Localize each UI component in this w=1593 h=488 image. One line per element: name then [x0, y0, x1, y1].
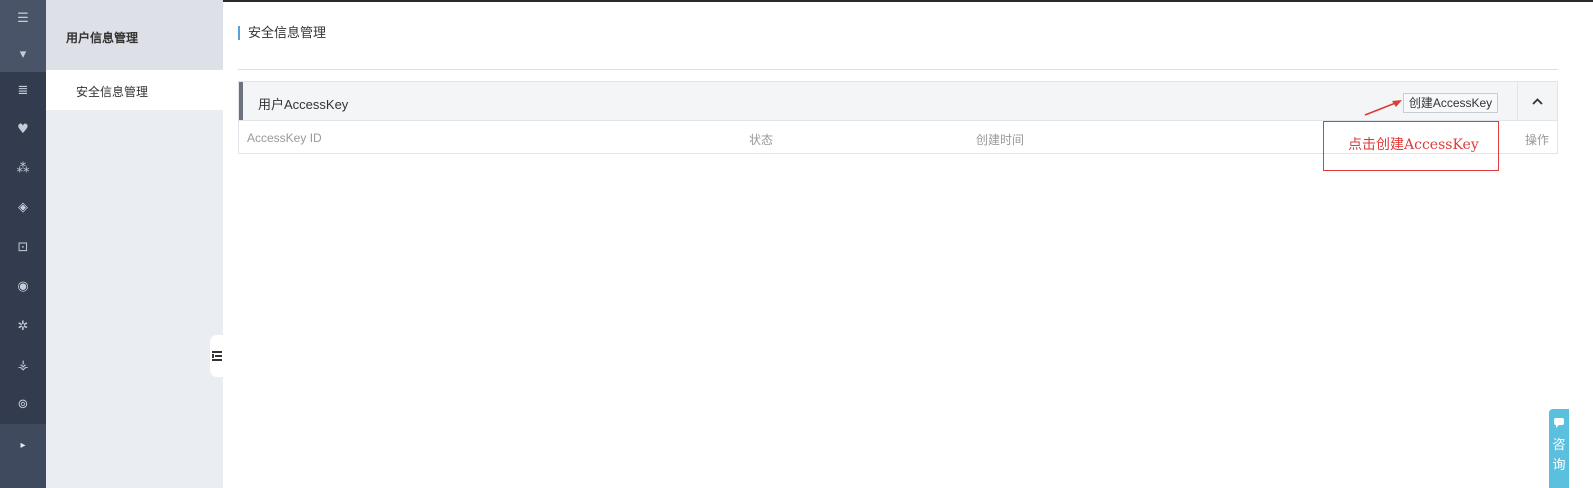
annotation-callout: 点击创建AccessKey [1323, 121, 1499, 171]
subnav-item-security-info[interactable]: 安全信息管理 [46, 70, 223, 110]
caret-down-icon: ▾ [19, 46, 27, 62]
panel-collapse-toggle[interactable] [1518, 82, 1557, 120]
rail-item-security[interactable]: ♥ [0, 111, 46, 147]
column-header-accesskey-id: AccessKey ID [247, 131, 322, 145]
rail-item-network[interactable]: ⁂ [0, 150, 46, 186]
collapse-list-icon [212, 351, 222, 361]
chat-bubble-icon [1554, 418, 1564, 428]
panel-header: 用户AccessKey 创建AccessKey [239, 82, 1557, 121]
org-chart-icon: ⚶ [17, 357, 29, 373]
collapse-subnav-button[interactable] [210, 335, 224, 377]
rail-item-hub[interactable]: ✲ [0, 308, 46, 344]
eye-icon: ◉ [17, 278, 29, 294]
rail-item-organization[interactable]: ⚶ [0, 347, 46, 383]
cloud-icon: ⊚ [17, 396, 29, 412]
rail-item-compute[interactable]: ⊡ [0, 229, 46, 265]
chevron-up-icon [1532, 97, 1543, 105]
consult-float-button[interactable]: 咨 询 [1549, 409, 1569, 488]
rail-item-database[interactable]: ≣ [0, 72, 46, 108]
column-header-actions: 操作 [1525, 133, 1550, 147]
title-divider [238, 69, 1558, 70]
panel-accent-bar [239, 82, 243, 120]
rail-item-cloud[interactable]: ⊚ [0, 386, 46, 422]
consult-label-char-1: 咨 [1552, 437, 1566, 452]
box-icon: ◈ [18, 199, 28, 215]
consult-label-char-2: 询 [1552, 457, 1566, 472]
column-header-created-time: 创建时间 [976, 133, 1025, 147]
rail-item-monitor[interactable]: ◉ [0, 268, 46, 304]
chevron-right-icon: ▸ [20, 440, 26, 451]
main-content: 安全信息管理 用户AccessKey 创建AccessKey AccessKey… [223, 0, 1593, 488]
chip-icon: ⊡ [17, 239, 29, 255]
page-title: 安全信息管理 [238, 26, 326, 40]
database-icon: ≣ [17, 82, 29, 98]
network-icon: ⁂ [16, 160, 30, 176]
rail-item-storage[interactable]: ◈ [0, 189, 46, 225]
create-accesskey-button[interactable]: 创建AccessKey [1403, 93, 1498, 113]
hub-icon: ✲ [17, 318, 29, 334]
panel-title: 用户AccessKey [258, 97, 349, 112]
annotation-text: 点击创建AccessKey [1348, 137, 1479, 153]
column-header-status: 状态 [749, 133, 774, 147]
consult-label: 咨 询 [1549, 435, 1569, 475]
rail-item-products[interactable]: ▾ [0, 36, 46, 72]
hamburger-menu-icon: ☰ [17, 10, 29, 26]
subnav-title: 用户信息管理 [46, 0, 223, 70]
secondary-nav: 用户信息管理 安全信息管理 [46, 0, 223, 488]
annotation-arrow-icon [1364, 100, 1402, 116]
rail-expand-button[interactable]: ▸ [0, 428, 46, 464]
cloud-shield-icon: ♥ [17, 121, 29, 137]
menu-toggle-button[interactable]: ☰ [0, 0, 46, 36]
icon-rail: ☰ ▾ ≣ ♥ ⁂ ◈ ⊡ ◉ ✲ ⚶ ⊚ ▸ [0, 0, 46, 488]
